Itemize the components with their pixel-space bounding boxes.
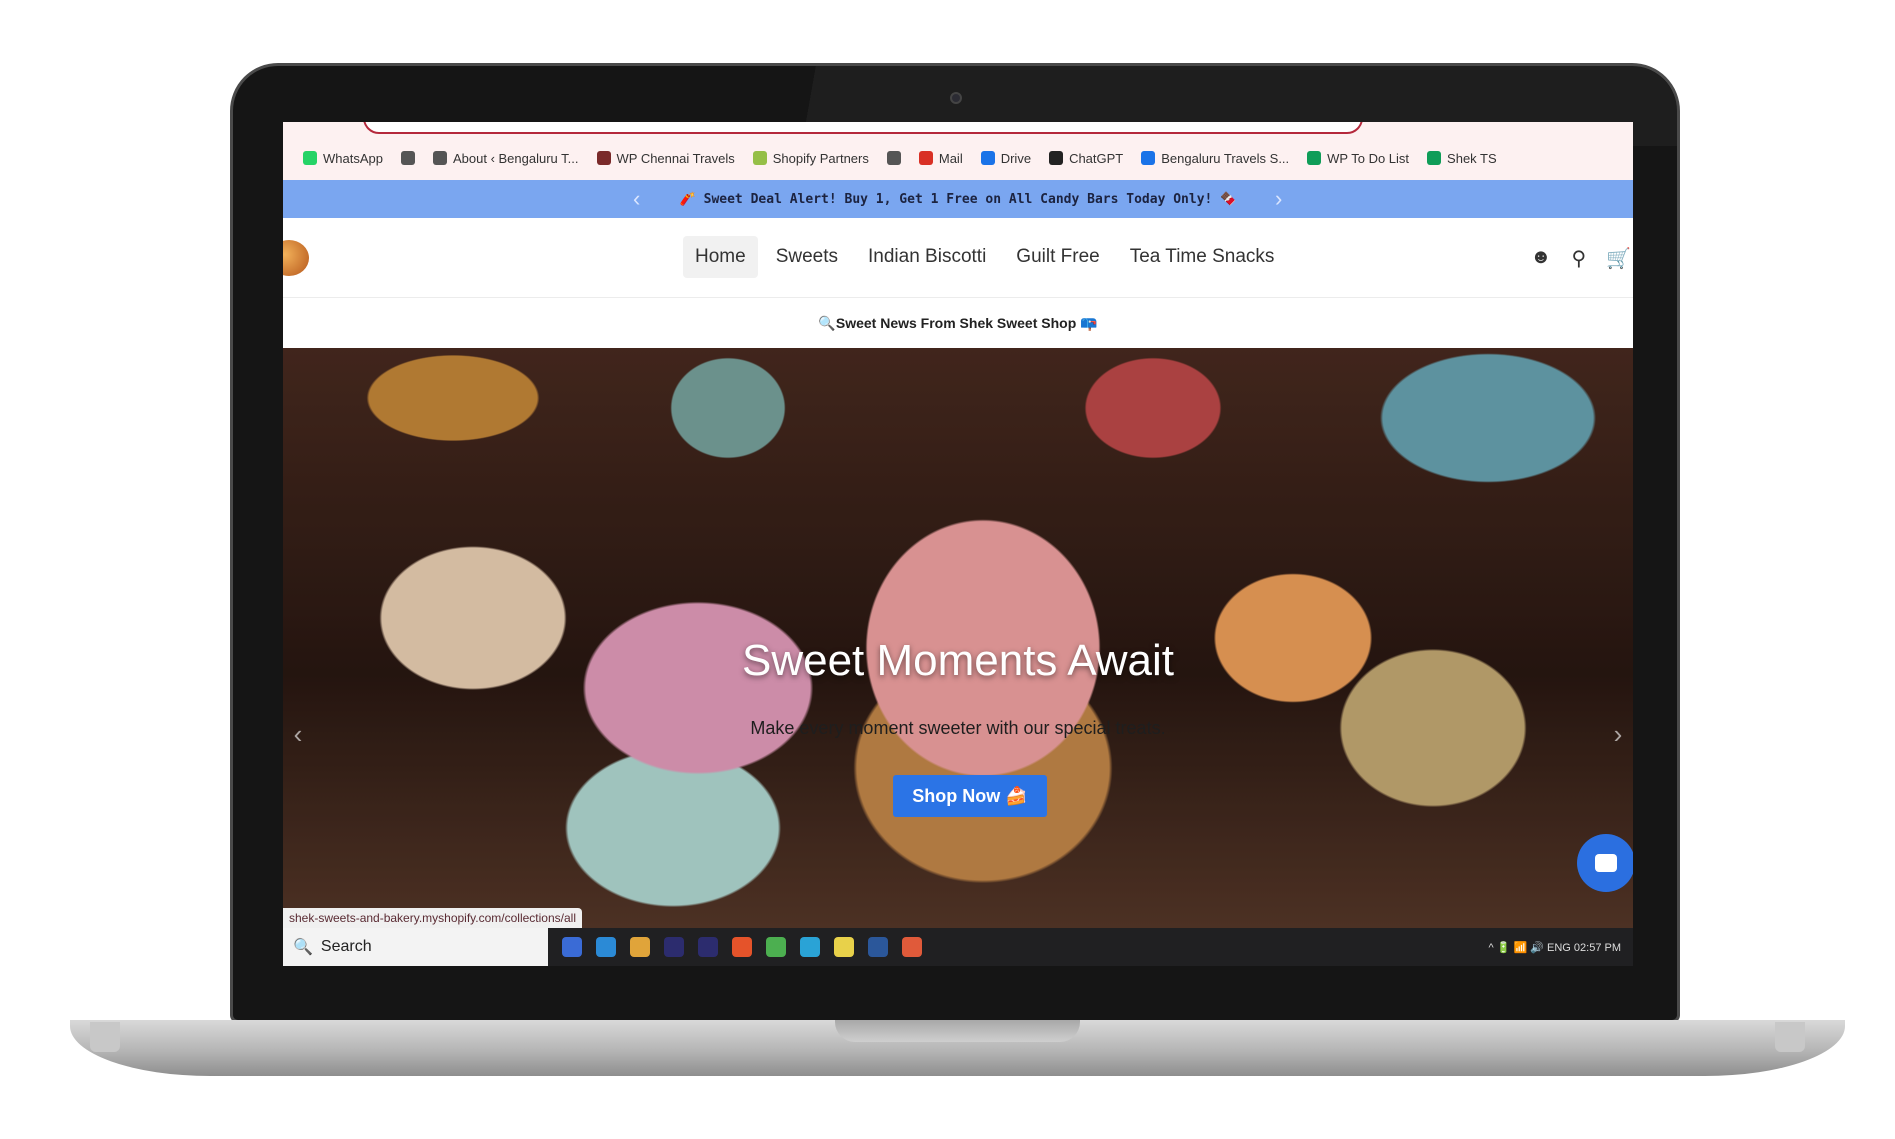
laptop-foot-right	[1775, 1022, 1805, 1052]
bookmark-label: WP To Do List	[1327, 150, 1410, 166]
announcement-text: 🧨 Sweet Deal Alert! Buy 1, Get 1 Free on…	[679, 191, 1237, 207]
whatsapp-icon	[303, 151, 317, 165]
windows-taskbar: 🔍 Search ^ 🔋 📶 🔊 ENG 02:57 PM	[283, 928, 1633, 966]
bookmark-item[interactable]: Mail	[918, 150, 963, 166]
chatgpt-icon	[1049, 151, 1064, 165]
main-menu: Home Sweets Indian Biscotti Guilt Free Tea T…	[683, 236, 1286, 278]
search-icon: 🔍	[293, 939, 313, 956]
bookmarks-bar: WhatsApp About ‹ Bengaluru T... WP Chennai…	[283, 136, 1633, 180]
drive-icon	[980, 151, 995, 165]
announcement-next-button[interactable]: ›	[1275, 186, 1282, 212]
bookmark-item[interactable]: Drive	[980, 150, 1032, 166]
hero-title: Sweet Moments Await	[741, 636, 1175, 685]
taskbar-app-icon[interactable]	[562, 937, 582, 957]
bookmark-item[interactable]: WP Chennai Travels	[596, 150, 735, 166]
nav-item-home[interactable]: Home	[683, 236, 758, 278]
site-icon	[596, 151, 611, 165]
taskbar-app-icon[interactable]	[902, 937, 922, 957]
bookmark-label: Shek TS	[1447, 150, 1497, 166]
announcement-bar: ‹ 🧨 Sweet Deal Alert! Buy 1, Get 1 Free …	[283, 180, 1633, 218]
screen: WhatsApp About ‹ Bengaluru T... WP Chennai…	[283, 122, 1633, 966]
shopify-icon	[752, 151, 767, 165]
news-bar: 🔍Sweet News From Shek Sweet Shop 📪	[283, 298, 1633, 348]
bookmark-label: WP Chennai Travels	[616, 150, 735, 166]
globe-icon	[400, 151, 415, 165]
bookmark-label: ChatGPT	[1069, 150, 1124, 166]
laptop-mockup: WhatsApp About ‹ Bengaluru T... WP Chennai…	[0, 0, 1895, 1139]
taskbar-app-icon[interactable]	[868, 937, 888, 957]
announcement-prev-button[interactable]: ‹	[633, 186, 640, 212]
webcam-icon	[950, 92, 962, 104]
shop-logo[interactable]	[283, 240, 309, 276]
taskbar-apps	[562, 937, 922, 957]
nav-item-guilt-free[interactable]: Guilt Free	[1004, 236, 1111, 278]
bookmark-label: Mail	[938, 150, 963, 166]
nav-item-indian-biscotti[interactable]: Indian Biscotti	[856, 236, 998, 278]
bookmark-item[interactable]: WP To Do List	[1307, 151, 1409, 166]
site-header: Home Sweets Indian Biscotti Guilt Free Tea T…	[283, 218, 1633, 298]
address-bar[interactable]	[363, 122, 1363, 134]
hero-banner: ‹ › Sweet Moments Await Make every momen…	[283, 348, 1633, 942]
taskbar-app-icon[interactable]	[698, 937, 718, 957]
system-tray: ^ 🔋 📶 🔊 ENG 02:57 PM	[1488, 941, 1621, 954]
taskbar-app-icon[interactable]	[630, 937, 650, 957]
news-text: 🔍Sweet News From Shek Sweet Shop 📪	[818, 314, 1098, 331]
taskbar-search-label: Search	[320, 938, 372, 955]
bookmark-label: WhatsApp	[323, 150, 383, 166]
nav-item-tea-time-snacks[interactable]: Tea Time Snacks	[1118, 236, 1287, 278]
sheets-icon	[1307, 151, 1322, 165]
bookmark-item[interactable]: Bengaluru Travels S...	[1141, 151, 1289, 166]
browser-toolbar	[283, 122, 1633, 136]
nav-item-sweets[interactable]: Sweets	[764, 236, 850, 278]
globe-icon	[432, 151, 447, 165]
cart-icon[interactable]: 🛒	[1606, 246, 1631, 271]
sheets-icon	[1427, 151, 1442, 165]
bookmark-label: Shopify Partners	[772, 150, 869, 166]
taskbar-app-icon[interactable]	[664, 937, 684, 957]
account-icon[interactable]: ☻	[1530, 246, 1551, 271]
shop-now-button[interactable]: Shop Now 🍰	[893, 775, 1047, 817]
gmail-icon	[918, 151, 933, 165]
taskbar-app-icon[interactable]	[800, 937, 820, 957]
status-bar-url: shek-sweets-and-bakery.myshopify.com/col…	[283, 908, 582, 928]
hero-subtitle: Make every moment sweeter with our speci…	[750, 718, 1166, 738]
bookmark-label: Drive	[1000, 150, 1032, 166]
bookmark-item[interactable]: About ‹ Bengaluru T...	[432, 150, 579, 166]
bookmark-item[interactable]: Shek TS	[1427, 151, 1497, 166]
bookmark-item[interactable]	[400, 151, 415, 165]
laptop-hinge-notch	[835, 1020, 1080, 1042]
taskbar-app-icon[interactable]	[596, 937, 616, 957]
taskbar-app-icon[interactable]	[732, 937, 752, 957]
taskbar-search[interactable]: 🔍 Search	[283, 928, 548, 966]
bookmark-label: About ‹ Bengaluru T...	[452, 150, 579, 166]
laptop-foot-left	[90, 1022, 120, 1052]
bookmark-item[interactable]: WhatsApp	[303, 151, 383, 166]
taskbar-app-icon[interactable]	[834, 937, 854, 957]
header-icons: ☻ ⚲ 🛒	[1530, 246, 1631, 271]
chat-icon	[1595, 854, 1617, 872]
bookmark-label: Bengaluru Travels S...	[1161, 150, 1290, 166]
drive-icon	[1141, 151, 1156, 165]
taskbar-app-icon[interactable]	[766, 937, 786, 957]
bookmark-item[interactable]	[886, 151, 901, 165]
search-icon[interactable]: ⚲	[1571, 246, 1586, 271]
globe-icon	[886, 151, 901, 165]
bookmark-item[interactable]: ChatGPT	[1049, 151, 1123, 166]
bookmark-item[interactable]: Shopify Partners	[752, 150, 869, 166]
chat-button[interactable]	[1577, 834, 1633, 892]
